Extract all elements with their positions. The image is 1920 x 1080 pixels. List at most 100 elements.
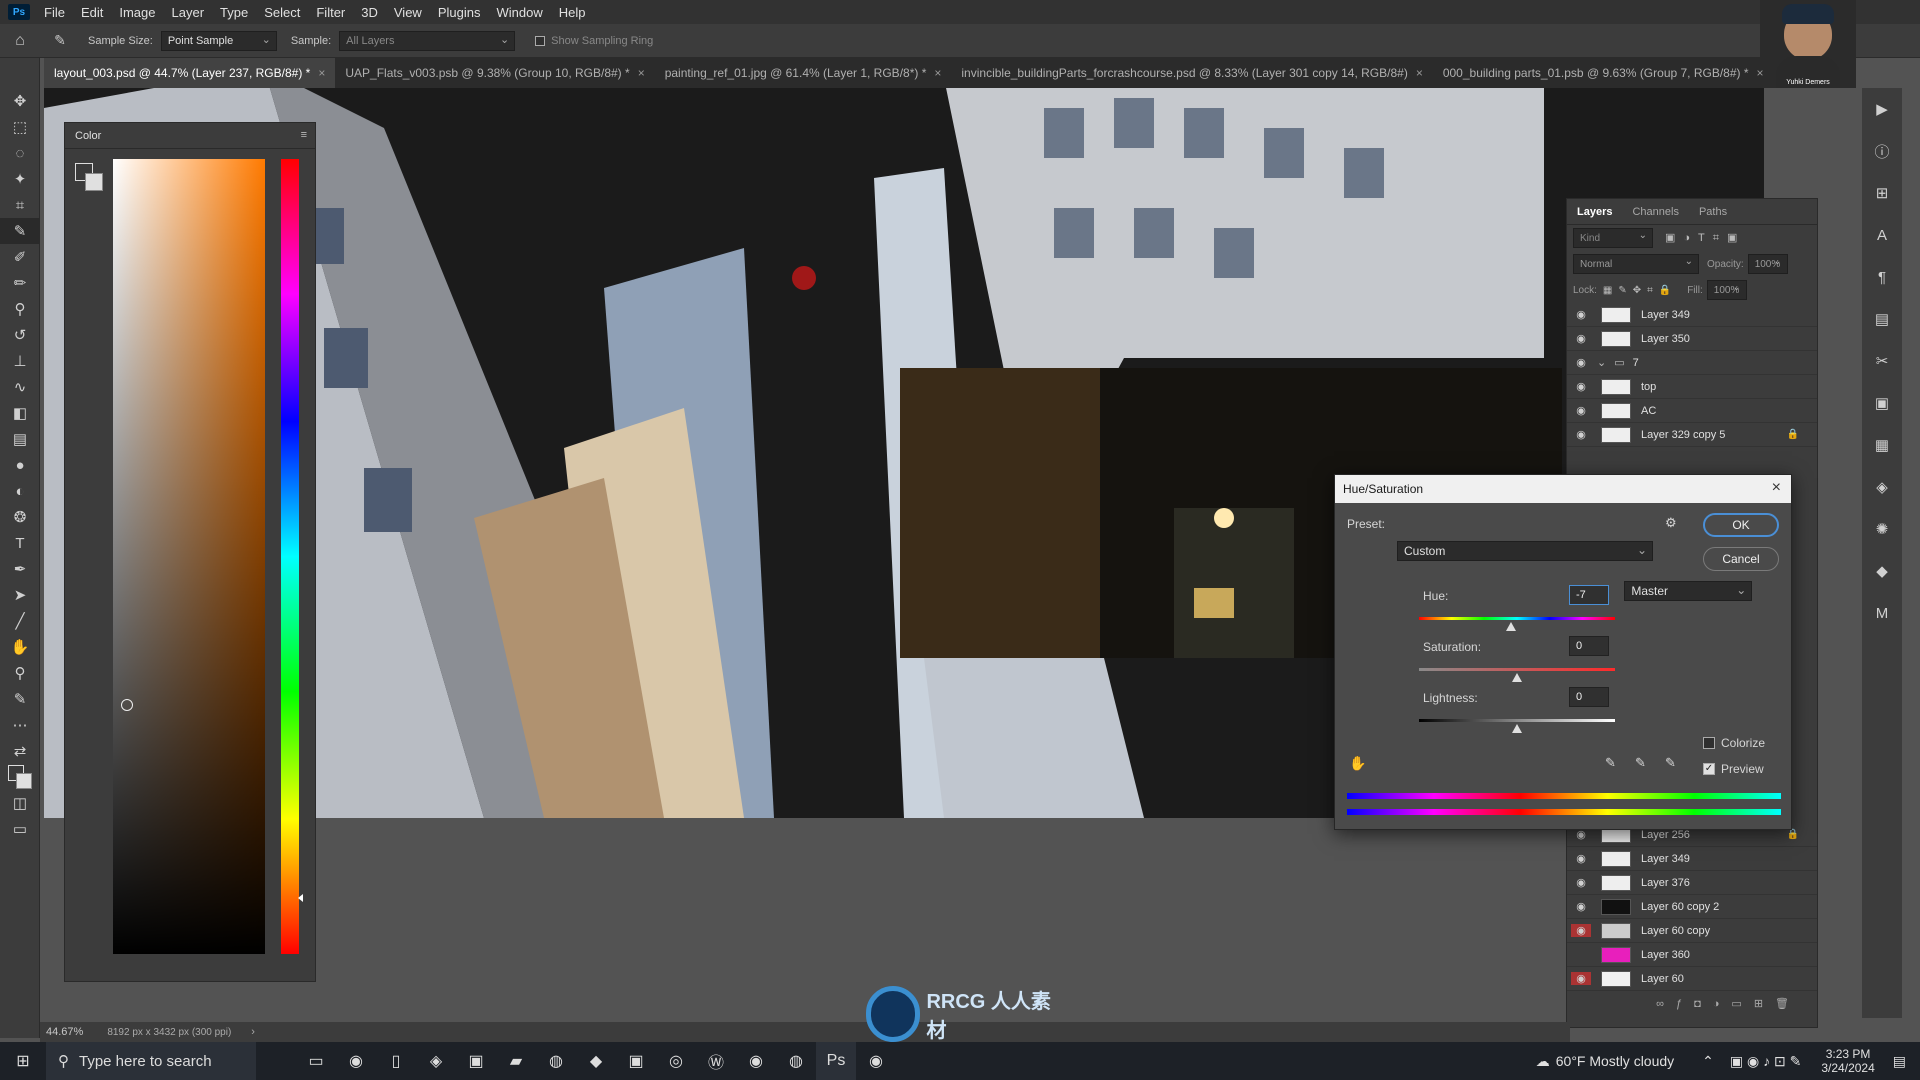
more-tools-icon[interactable]: ⋯ bbox=[0, 712, 40, 738]
lasso-tool-icon[interactable]: ◌ bbox=[0, 140, 40, 166]
saturation-input[interactable]: 0 bbox=[1569, 636, 1609, 656]
sample-size-dropdown[interactable]: Point Sample bbox=[160, 30, 277, 51]
menu-layer[interactable]: Layer bbox=[164, 5, 213, 20]
menu-image[interactable]: Image bbox=[111, 5, 163, 20]
tab-channels[interactable]: Channels bbox=[1622, 206, 1688, 224]
spotify-icon[interactable]: ◉ bbox=[736, 1042, 776, 1080]
channel-dropdown[interactable]: Master bbox=[1624, 581, 1753, 601]
pen-tool-icon[interactable]: ✒ bbox=[0, 556, 40, 582]
diamond-icon[interactable]: ◆ bbox=[1862, 550, 1902, 592]
menu-plugins[interactable]: Plugins bbox=[430, 5, 489, 20]
lightness-input[interactable]: 0 bbox=[1569, 687, 1609, 707]
zoom-level[interactable]: 44.67% bbox=[46, 1026, 83, 1038]
layer-actions-bar[interactable]: ∞ƒ◘◑▭⊞🗑 bbox=[1567, 991, 1817, 1015]
close-icon[interactable]: × bbox=[318, 66, 325, 80]
marquee-tool-icon[interactable]: ⬚ bbox=[0, 114, 40, 140]
color-field[interactable] bbox=[113, 159, 265, 954]
eye-icon[interactable]: ◉ bbox=[1571, 972, 1591, 985]
notes-icon[interactable]: ▤ bbox=[1862, 298, 1902, 340]
eye-icon[interactable]: ◉ bbox=[1571, 332, 1591, 345]
close-icon[interactable]: × bbox=[1757, 66, 1764, 80]
task-view-icon[interactable]: ▭ bbox=[296, 1042, 336, 1080]
layer-row[interactable]: ◉ Layer 350 bbox=[1567, 327, 1817, 351]
app-dark-icon[interactable]: ◆ bbox=[576, 1042, 616, 1080]
character-icon[interactable]: A bbox=[1862, 214, 1902, 256]
layer-row[interactable]: ◉ Layer 60 copy 2 bbox=[1567, 895, 1817, 919]
type-tool-icon[interactable]: T bbox=[0, 530, 40, 556]
menu-file[interactable]: File bbox=[36, 5, 73, 20]
eye-icon[interactable]: ◉ bbox=[1571, 404, 1591, 417]
libraries-icon[interactable]: ▣ bbox=[1862, 382, 1902, 424]
tab-000-building-parts[interactable]: 000_building parts_01.psb @ 9.63% (Group… bbox=[1433, 58, 1774, 88]
menu-window[interactable]: Window bbox=[488, 5, 550, 20]
app-w-icon[interactable]: Ⓦ bbox=[696, 1042, 736, 1080]
hue-input[interactable]: -7 bbox=[1569, 585, 1609, 605]
menu-edit[interactable]: Edit bbox=[73, 5, 111, 20]
path-selection-tool-icon[interactable]: ➤ bbox=[0, 582, 40, 608]
chevron-right-icon[interactable]: › bbox=[251, 1026, 255, 1038]
brush-presets-icon[interactable]: ✺ bbox=[1862, 508, 1902, 550]
chevron-down-icon[interactable]: ⌄ bbox=[1597, 356, 1606, 369]
eye-icon[interactable]: ◉ bbox=[1571, 356, 1591, 369]
chrome-icon[interactable]: ◍ bbox=[776, 1042, 816, 1080]
mixer-brush-tool-icon[interactable]: ∿ bbox=[0, 374, 40, 400]
eye-icon[interactable]: ◉ bbox=[1571, 948, 1591, 961]
adjustments-icon[interactable]: ⊞ bbox=[1862, 172, 1902, 214]
grid-icon[interactable]: ▦ bbox=[1862, 424, 1902, 466]
eyedropper-minus-icon[interactable]: ✎ bbox=[1665, 755, 1676, 771]
filter-type-icons[interactable]: ▣◑T⌗▣ bbox=[1665, 231, 1745, 245]
screen-mode-icon[interactable]: ▭ bbox=[0, 816, 40, 842]
preview-checkbox[interactable]: ✓ bbox=[1703, 763, 1715, 775]
color-picker-cursor[interactable] bbox=[121, 699, 133, 711]
m-plugin-icon[interactable]: M bbox=[1862, 592, 1902, 634]
blur-tool-icon[interactable]: ● bbox=[0, 452, 40, 478]
eye-icon[interactable]: ◉ bbox=[1571, 876, 1591, 889]
eye-icon[interactable]: ◉ bbox=[1571, 924, 1591, 937]
tab-layout-003[interactable]: layout_003.psd @ 44.7% (Layer 237, RGB/8… bbox=[44, 58, 336, 88]
edge-icon[interactable]: ◉ bbox=[336, 1042, 376, 1080]
tools-icon[interactable]: ✂ bbox=[1862, 340, 1902, 382]
eraser-tool-icon[interactable]: ◧ bbox=[0, 400, 40, 426]
lock-icons[interactable]: ▦✎✥⌗🔒 bbox=[1603, 285, 1677, 296]
document-dimensions[interactable]: 8192 px x 3432 px (300 ppi) bbox=[107, 1027, 231, 1038]
eyedropper-tool-icon[interactable]: ✎ bbox=[0, 218, 40, 244]
play-icon[interactable]: ▶ bbox=[1862, 88, 1902, 130]
blend-mode-dropdown[interactable]: Normal bbox=[1573, 254, 1699, 274]
menu-select[interactable]: Select bbox=[256, 5, 308, 20]
notifications-icon[interactable]: ▤ bbox=[1893, 1053, 1906, 1070]
menu-filter[interactable]: Filter bbox=[308, 5, 353, 20]
eyedropper-icon[interactable]: ✎ bbox=[1605, 755, 1616, 771]
layer-row[interactable]: ◉ Layer 60 copy bbox=[1567, 919, 1817, 943]
dodge-tool-icon[interactable]: ◐ bbox=[0, 478, 40, 504]
obs-icon[interactable]: ◎ bbox=[656, 1042, 696, 1080]
tab-layers[interactable]: Layers bbox=[1567, 206, 1622, 224]
colorize-checkbox[interactable] bbox=[1703, 737, 1715, 749]
stamp-tool-icon[interactable]: ⊥ bbox=[0, 348, 40, 374]
layer-row[interactable]: ◉ Layer 329 copy 5 🔒 bbox=[1567, 423, 1817, 447]
close-icon[interactable]: × bbox=[934, 66, 941, 80]
kind-filter-dropdown[interactable]: Kind bbox=[1573, 228, 1653, 248]
layer-row[interactable]: ◉ Layer 60 bbox=[1567, 967, 1817, 991]
panel-menu-icon[interactable]: ≡ bbox=[301, 129, 307, 141]
file-explorer-icon[interactable]: ▰ bbox=[496, 1042, 536, 1080]
close-icon[interactable]: × bbox=[1772, 479, 1781, 497]
brush-tool-icon[interactable]: ✐ bbox=[0, 244, 40, 270]
weather-text[interactable]: 60°F Mostly cloudy bbox=[1556, 1053, 1674, 1069]
tab-uap-flats[interactable]: UAP_Flats_v003.psb @ 9.38% (Group 10, RG… bbox=[335, 58, 654, 88]
fill-field[interactable]: 100% bbox=[1706, 280, 1747, 300]
tray-icons[interactable]: ▣ ◉ ♪ ⊡ ✎ bbox=[1730, 1053, 1801, 1070]
hue-slider-handle[interactable] bbox=[298, 894, 303, 902]
eyedropper-plus-icon[interactable]: ✎ bbox=[1635, 755, 1646, 771]
close-icon[interactable]: × bbox=[1416, 66, 1423, 80]
gear-icon[interactable]: ⚙ bbox=[1665, 515, 1677, 531]
history-brush-tool-icon[interactable]: ↺ bbox=[0, 322, 40, 348]
pencil-tool-icon[interactable]: ✏ bbox=[0, 270, 40, 296]
zoom-tool-icon[interactable]: ⚲ bbox=[0, 660, 40, 686]
hue-strip[interactable] bbox=[281, 159, 303, 954]
move-tool-icon[interactable]: ✥ bbox=[0, 88, 40, 114]
sample-dropdown[interactable]: All Layers bbox=[339, 30, 516, 51]
eye-icon[interactable]: ◉ bbox=[1571, 852, 1591, 865]
close-icon[interactable]: × bbox=[638, 66, 645, 80]
lightness-slider-track[interactable] bbox=[1419, 719, 1615, 722]
sampling-ring-checkbox[interactable] bbox=[535, 35, 546, 46]
